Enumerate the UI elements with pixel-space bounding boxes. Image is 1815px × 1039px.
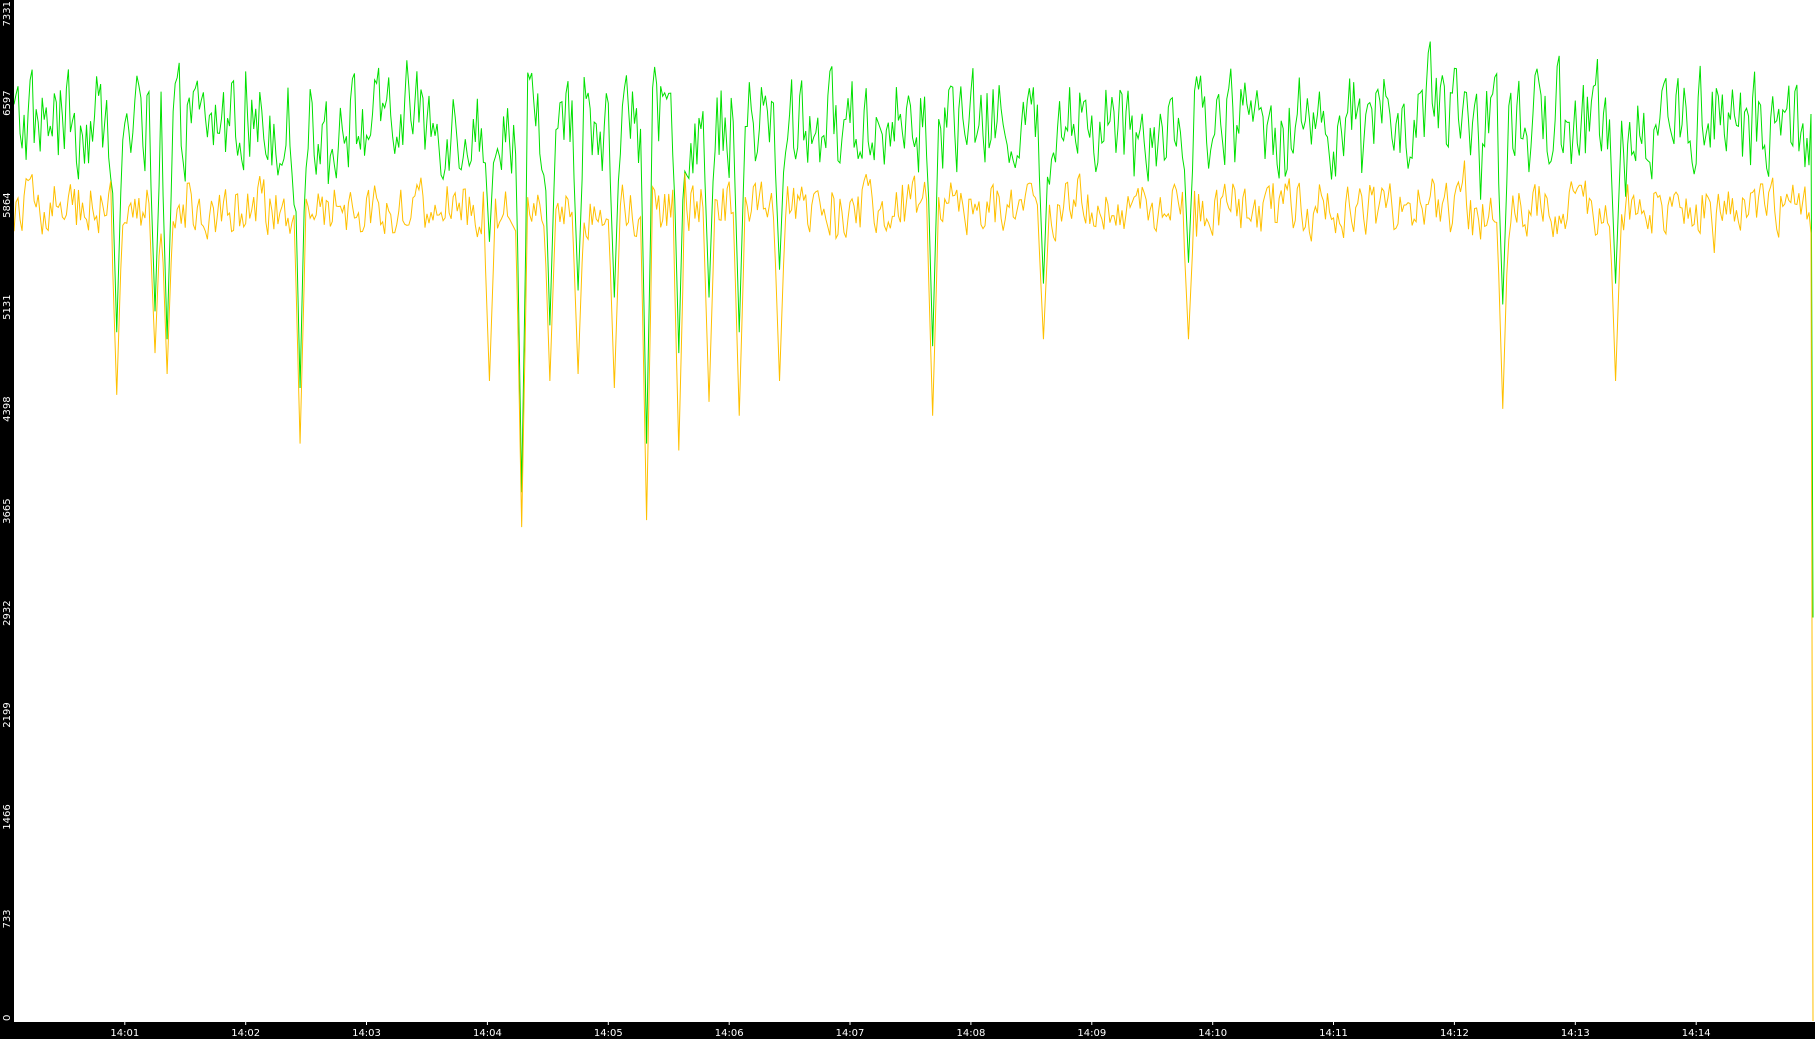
x-tick-label: 14:03 [352, 1028, 381, 1039]
y-tick-label: 5864 [2, 192, 13, 217]
x-tick-label: 14:09 [1077, 1028, 1106, 1039]
x-tick-label: 14:02 [231, 1028, 260, 1039]
x-tick-label: 14:13 [1561, 1028, 1590, 1039]
y-tick-label: 7331 [2, 1, 13, 26]
y-tick-label: 0 [2, 1015, 13, 1021]
x-tick-label: 14:11 [1319, 1028, 1348, 1039]
x-axis-bar [0, 1022, 1815, 1039]
x-tick-label: 14:01 [110, 1028, 139, 1039]
x-tick-label: 14:08 [956, 1028, 985, 1039]
y-tick-label: 4398 [2, 396, 13, 421]
x-tick-label: 14:07 [836, 1028, 865, 1039]
y-tick-label: 1466 [2, 804, 13, 829]
x-tick-label: 14:06 [715, 1028, 744, 1039]
x-tick-label: 14:12 [1440, 1028, 1469, 1039]
y-tick-label: 733 [2, 909, 13, 928]
chart: 0 733 1466 2199 2932 3665 4398 5131 5864 6597 7331… [0, 0, 1815, 1039]
y-tick-label: 6597 [2, 90, 13, 115]
x-tick-label: 14:04 [473, 1028, 502, 1039]
y-tick-label: 3665 [2, 498, 13, 523]
x-tick-label: 14:14 [1682, 1028, 1711, 1039]
chart-svg: 0 733 1466 2199 2932 3665 4398 5131 5864 6597 7331… [0, 0, 1815, 1039]
y-tick-label: 2199 [2, 702, 13, 727]
x-tick-label: 14:10 [1198, 1028, 1227, 1039]
x-tick-label: 14:05 [594, 1028, 623, 1039]
y-tick-label: 2932 [2, 600, 13, 625]
y-tick-label: 5131 [2, 294, 13, 319]
